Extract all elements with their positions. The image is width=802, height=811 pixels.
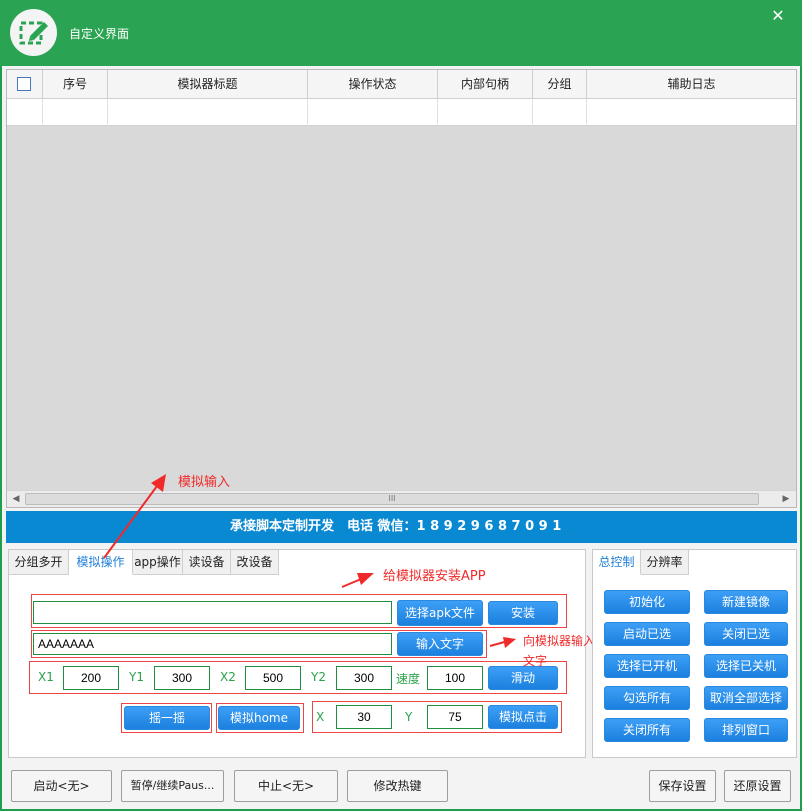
- annotation-arrowhead: [503, 637, 516, 648]
- annotation-install-app: 给模拟器安装APP: [383, 569, 486, 584]
- tab-resolution[interactable]: 分辨率: [641, 550, 689, 575]
- select-running-button[interactable]: 选择已开机: [604, 654, 690, 678]
- start-button[interactable]: 启动<无>: [11, 770, 112, 802]
- annotation-arrow: [103, 481, 161, 559]
- close-selected-button[interactable]: 关闭已选: [704, 622, 788, 646]
- pause-button[interactable]: 暂停/继续Paus...: [121, 770, 224, 802]
- close-all-button[interactable]: 关闭所有: [604, 718, 690, 742]
- hotkey-button[interactable]: 修改热键: [347, 770, 448, 802]
- annotation-arrowhead: [357, 573, 374, 585]
- start-selected-button[interactable]: 启动已选: [604, 622, 690, 646]
- new-image-button[interactable]: 新建镜像: [704, 590, 788, 614]
- select-stopped-button[interactable]: 选择已关机: [704, 654, 788, 678]
- arrange-windows-button[interactable]: 排列窗口: [704, 718, 788, 742]
- save-settings-button[interactable]: 保存设置: [649, 770, 716, 802]
- check-all-button[interactable]: 勾选所有: [604, 686, 690, 710]
- tab-master-control[interactable]: 总控制: [593, 550, 641, 575]
- restore-settings-button[interactable]: 还原设置: [724, 770, 791, 802]
- uncheck-all-button[interactable]: 取消全部选择: [704, 686, 788, 710]
- annotation-arrowhead: [151, 474, 166, 492]
- init-button[interactable]: 初始化: [604, 590, 690, 614]
- annotation-send-text-2: 文字: [523, 654, 548, 668]
- annotation-send-text: 向模拟器输入: [523, 634, 596, 648]
- stop-button[interactable]: 中止<无>: [234, 770, 338, 802]
- annotation-sim-input: 模拟输入: [178, 475, 231, 490]
